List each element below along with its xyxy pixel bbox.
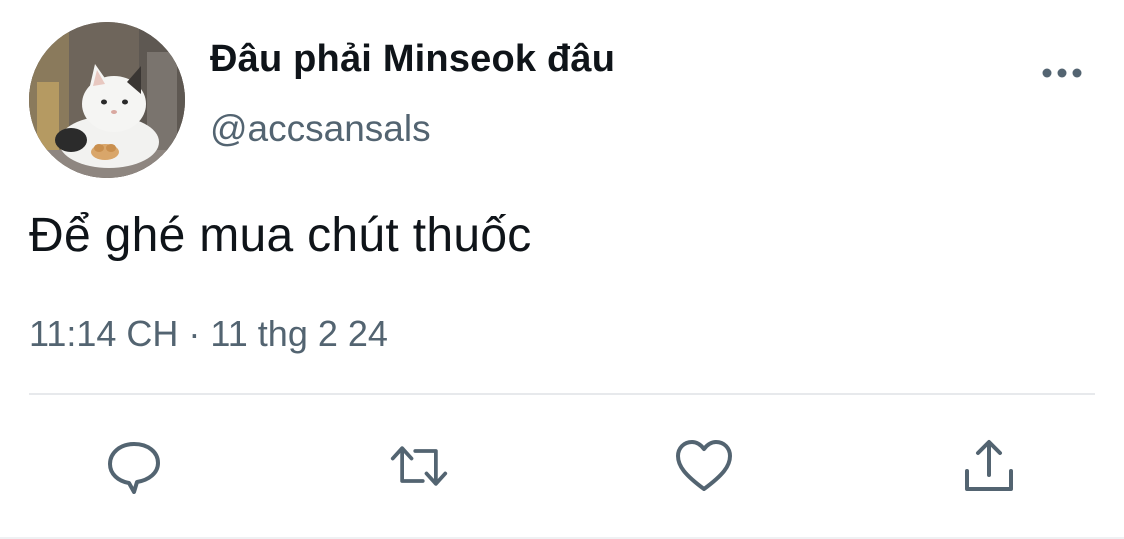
share-button[interactable] — [959, 436, 1019, 496]
user-handle[interactable]: @accsansals — [210, 108, 431, 150]
like-button[interactable] — [674, 436, 734, 496]
reply-button[interactable] — [104, 436, 164, 496]
share-upload-icon — [965, 440, 1013, 491]
tweet-card: Đâu phải Minseok đâu @accsansals Để ghé … — [0, 0, 1124, 539]
more-horizontal-icon — [1042, 68, 1082, 78]
more-options-button[interactable] — [1036, 58, 1088, 88]
timestamp-separator: · — [188, 313, 201, 354]
retweet-icon — [390, 446, 448, 486]
avatar-cat-image — [29, 22, 185, 178]
tweet-timestamp[interactable]: 11:14 CH · 11 thg 2 24 — [29, 313, 388, 355]
tweet-time: 11:14 CH — [29, 313, 179, 354]
display-name[interactable]: Đâu phải Minseok đâu — [210, 38, 615, 81]
tweet-date: 11 thg 2 24 — [210, 313, 388, 354]
divider — [29, 393, 1095, 395]
tweet-text: Để ghé mua chút thuốc — [29, 209, 532, 262]
reply-bubble-icon — [108, 442, 160, 494]
avatar[interactable] — [29, 22, 185, 178]
heart-icon — [676, 440, 732, 491]
retweet-button[interactable] — [389, 436, 449, 496]
